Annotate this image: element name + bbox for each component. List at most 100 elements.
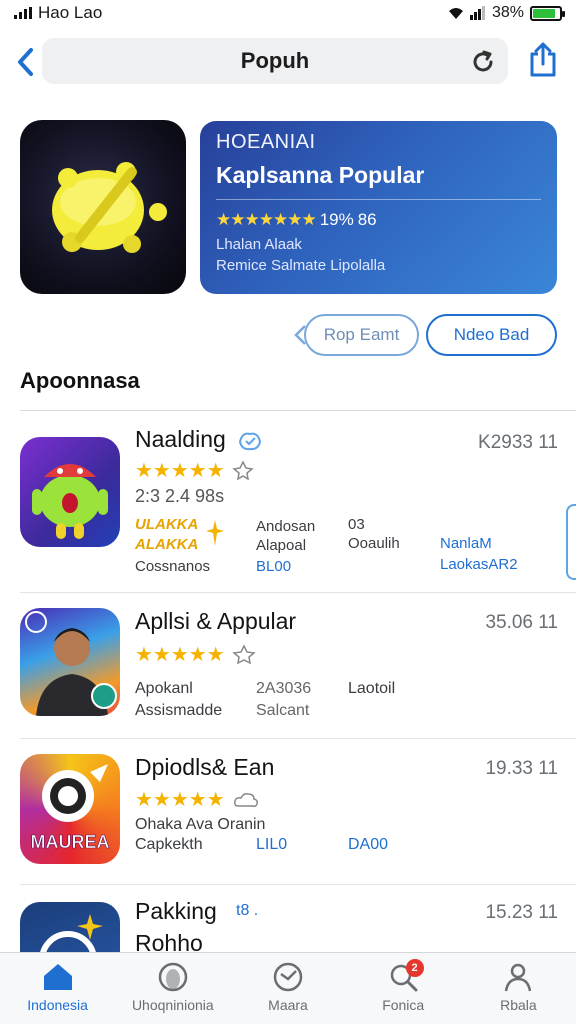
featured-card[interactable]: HOEANIAI Kaplsanna Popular ★★★★★★★ 19% 8… <box>200 121 557 294</box>
list-item[interactable]: Apllsi & Appular 35.06 11 ★★★★★ Apokanl … <box>0 596 576 736</box>
featured-eyebrow: HOEANIAI <box>216 131 316 153</box>
info-col2-b: Salcant <box>256 702 310 719</box>
app-icon-robot[interactable] <box>20 437 120 547</box>
clock-icon <box>270 961 306 993</box>
section-title: Apoonnasa <box>20 368 140 393</box>
app-stars: ★★★★★ <box>135 644 225 666</box>
tab-indonesia[interactable]: Indonesia <box>0 953 115 1024</box>
row-divider <box>20 592 576 593</box>
app-meta: 15.23 11 <box>485 902 558 923</box>
info-col3-b[interactable]: DA00 <box>348 836 388 854</box>
app-name: Apllsi & Appular <box>135 608 297 634</box>
sparkle-icon <box>206 520 224 546</box>
featured-divider <box>216 199 541 200</box>
info-col2-b[interactable]: LIL0 <box>256 836 287 854</box>
featured-app-icon[interactable] <box>20 120 186 294</box>
tab-bar: Indonesia Uhoqninionia Maara 2 Fonica Rb… <box>0 952 576 1024</box>
info-col2-a: 03 <box>348 516 365 533</box>
app-name-line2: Rohho <box>135 930 203 952</box>
info-col1-a: Ohaka Ava Oranin <box>135 816 266 833</box>
award-icon <box>232 644 256 664</box>
color-ring-icon: MAUREA <box>30 764 110 852</box>
secondary-button[interactable]: Rop Eamt <box>304 314 419 356</box>
app-stars: ★★★★★ <box>135 460 225 482</box>
chevron-left-icon <box>18 48 33 76</box>
primary-button[interactable]: Ndeo Bad <box>426 314 557 356</box>
globe-icon <box>155 961 191 993</box>
battery-percent: 38% <box>491 4 524 21</box>
home-icon <box>40 961 76 993</box>
refresh-button[interactable] <box>468 47 498 77</box>
featured-stars: ★★★★★★★ <box>216 210 317 229</box>
tab-label: Maara <box>268 997 308 1013</box>
info-col2-b: Ooaulih <box>348 535 400 552</box>
award-icon <box>232 460 254 480</box>
person-icon <box>500 961 536 993</box>
status-left: Hao Lao <box>14 3 102 23</box>
cloud-badge-icon <box>234 793 258 807</box>
share-button[interactable] <box>526 40 560 80</box>
info-col3-a: Laotoil <box>348 680 396 697</box>
info-col1-a: Andosan <box>256 518 316 535</box>
tab-label: Indonesia <box>27 997 88 1013</box>
moon-star-icon <box>40 914 103 952</box>
promo-line-2: ALAKKA <box>135 536 199 553</box>
android-robot-icon <box>32 464 108 539</box>
tab-label: Uhoqninionia <box>131 997 214 1013</box>
app-name: Pakking <box>135 898 217 924</box>
address-bar[interactable]: Popuh <box>42 38 508 84</box>
info-col4-b[interactable]: BL00 <box>256 558 291 575</box>
page-title: Popuh <box>240 48 310 73</box>
featured-headline: Kaplsanna Popular <box>216 162 425 188</box>
row-divider <box>20 884 576 885</box>
featured-rating-extra: 86 <box>357 210 377 229</box>
featured-line-1: Lhalan Alaak <box>216 236 302 253</box>
wifi-icon <box>448 8 463 19</box>
row-divider <box>20 738 576 739</box>
app-subline: 2:3 2.4 98s <box>135 486 225 506</box>
tab-label: Rbala <box>500 997 537 1013</box>
info-col2-a: 2A3036 <box>256 680 312 697</box>
carrier-label: Hao Lao <box>38 3 103 22</box>
app-icon-maurea[interactable]: MAUREA <box>20 754 120 864</box>
battery-icon <box>530 5 565 21</box>
refresh-icon <box>473 50 493 72</box>
info-col1-b: Alapoal <box>256 537 307 554</box>
scroll-edge-indicator <box>566 504 576 580</box>
app-name: Naalding <box>135 426 226 452</box>
tab-label: Fonica <box>382 997 425 1013</box>
app-icon-label: MAUREA <box>31 832 110 852</box>
info-col1-a: Apokanl <box>135 680 193 697</box>
featured-line-2: Remice Salmate Lipolalla <box>216 257 386 274</box>
featured-rating-text: 19% <box>319 210 354 229</box>
info-col3-b[interactable]: LaokasAR2 <box>440 556 518 573</box>
tab-uhoqninionia[interactable]: Uhoqninionia <box>115 953 230 1024</box>
yellow-creature-icon <box>52 162 167 253</box>
info-col3-a[interactable]: NanlaM <box>440 535 492 552</box>
app-meta: 35.06 11 <box>485 612 558 633</box>
list-item[interactable]: Naalding K2933 11 ★★★★★ 2:3 2.4 98s ULAK… <box>0 424 576 594</box>
notification-badge: 2 <box>405 959 424 977</box>
verified-badge-icon <box>238 432 262 451</box>
tab-maara[interactable]: Maara <box>230 953 345 1024</box>
info-col1-b: Capkekth <box>135 836 203 853</box>
app-tag: t8 . <box>236 902 259 919</box>
promo-line-1: ULAKKA <box>135 516 199 533</box>
tab-fonica[interactable]: 2 Fonica <box>346 953 461 1024</box>
back-button[interactable] <box>10 44 40 80</box>
app-icon-portrait[interactable] <box>20 608 120 716</box>
status-right: 38% <box>448 4 565 22</box>
info-col4-a: Cossnanos <box>135 558 211 575</box>
tab-rbala[interactable]: Rbala <box>461 953 576 1024</box>
list-item[interactable]: MAUREA Dpiodls& Ean 19.33 11 ★★★★★ Ohaka… <box>0 742 576 882</box>
share-icon <box>530 42 556 77</box>
section-divider <box>20 410 576 411</box>
info-col1-b: Assismadde <box>135 702 223 719</box>
app-meta: K2933 11 <box>478 432 558 453</box>
list-item[interactable]: Pakking Rohho t8 . 15.23 11 <box>0 888 576 952</box>
signal-bars-icon <box>469 6 485 20</box>
app-icon-partial[interactable] <box>20 902 120 952</box>
app-stars: ★★★★★ <box>135 789 225 811</box>
battery-fill <box>533 8 556 18</box>
person-portrait-icon <box>25 611 117 716</box>
